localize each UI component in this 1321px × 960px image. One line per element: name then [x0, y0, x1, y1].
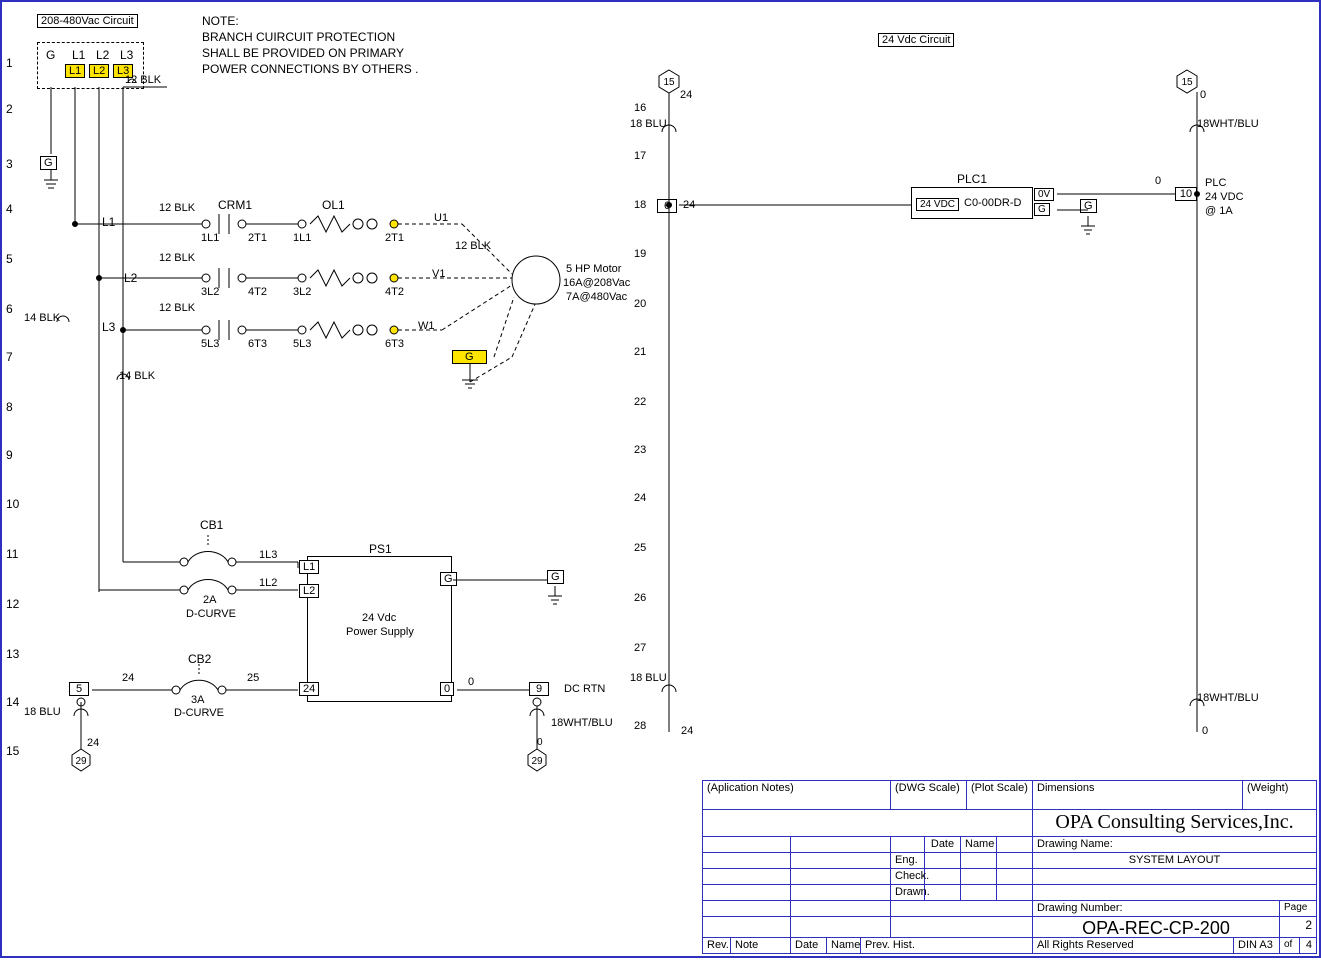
tb-dnum: OPA-REC-CP-200 — [1033, 917, 1280, 937]
tb-dimensions: Dimensions — [1033, 781, 1243, 809]
tb-dnum-h: Drawing Number: — [1033, 901, 1280, 916]
svg-text:15: 15 — [663, 77, 675, 88]
tb-name-h: Name — [961, 837, 997, 852]
tb-rev: Rev. — [703, 938, 731, 953]
tb-note: Note — [731, 938, 791, 953]
tb-drawn: Drawn. — [891, 885, 925, 900]
tb-totalpages: 4 — [1300, 938, 1316, 953]
tb-name2: Name — [827, 938, 861, 953]
tb-of: of — [1280, 938, 1300, 953]
svg-text:15: 15 — [1181, 77, 1193, 88]
tb-date-h: Date — [925, 837, 961, 852]
tb-dwgscale: (DWG Scale) — [891, 781, 967, 809]
tb-eng: Eng. — [891, 853, 925, 868]
svg-text:29: 29 — [75, 756, 87, 767]
tb-prev: Prev. Hist. — [861, 938, 1033, 953]
drawing-sheet: 1 2 3 4 5 6 7 8 9 10 11 12 13 14 15 208-… — [0, 0, 1321, 958]
tb-date2: Date — [791, 938, 827, 953]
tb-company: OPA Consulting Services,Inc. — [1033, 810, 1316, 836]
tb-rights: All Rights Reserved — [1033, 938, 1234, 953]
tb-appnotes: (Aplication Notes) — [703, 781, 891, 809]
tb-dname: SYSTEM LAYOUT — [1033, 853, 1316, 868]
tb-din: DIN A3 — [1234, 938, 1280, 953]
title-block: (Aplication Notes) (DWG Scale) (Plot Sca… — [702, 780, 1317, 954]
tb-pagenum: 2 — [1280, 917, 1316, 937]
tb-dname-h: Drawing Name: — [1033, 837, 1316, 852]
tb-plotscale: (Plot Scale) — [967, 781, 1033, 809]
tb-page: Page — [1280, 901, 1316, 916]
svg-text:29: 29 — [531, 756, 543, 767]
tb-weight: (Weight) — [1243, 781, 1316, 809]
tb-check: Check. — [891, 869, 925, 884]
